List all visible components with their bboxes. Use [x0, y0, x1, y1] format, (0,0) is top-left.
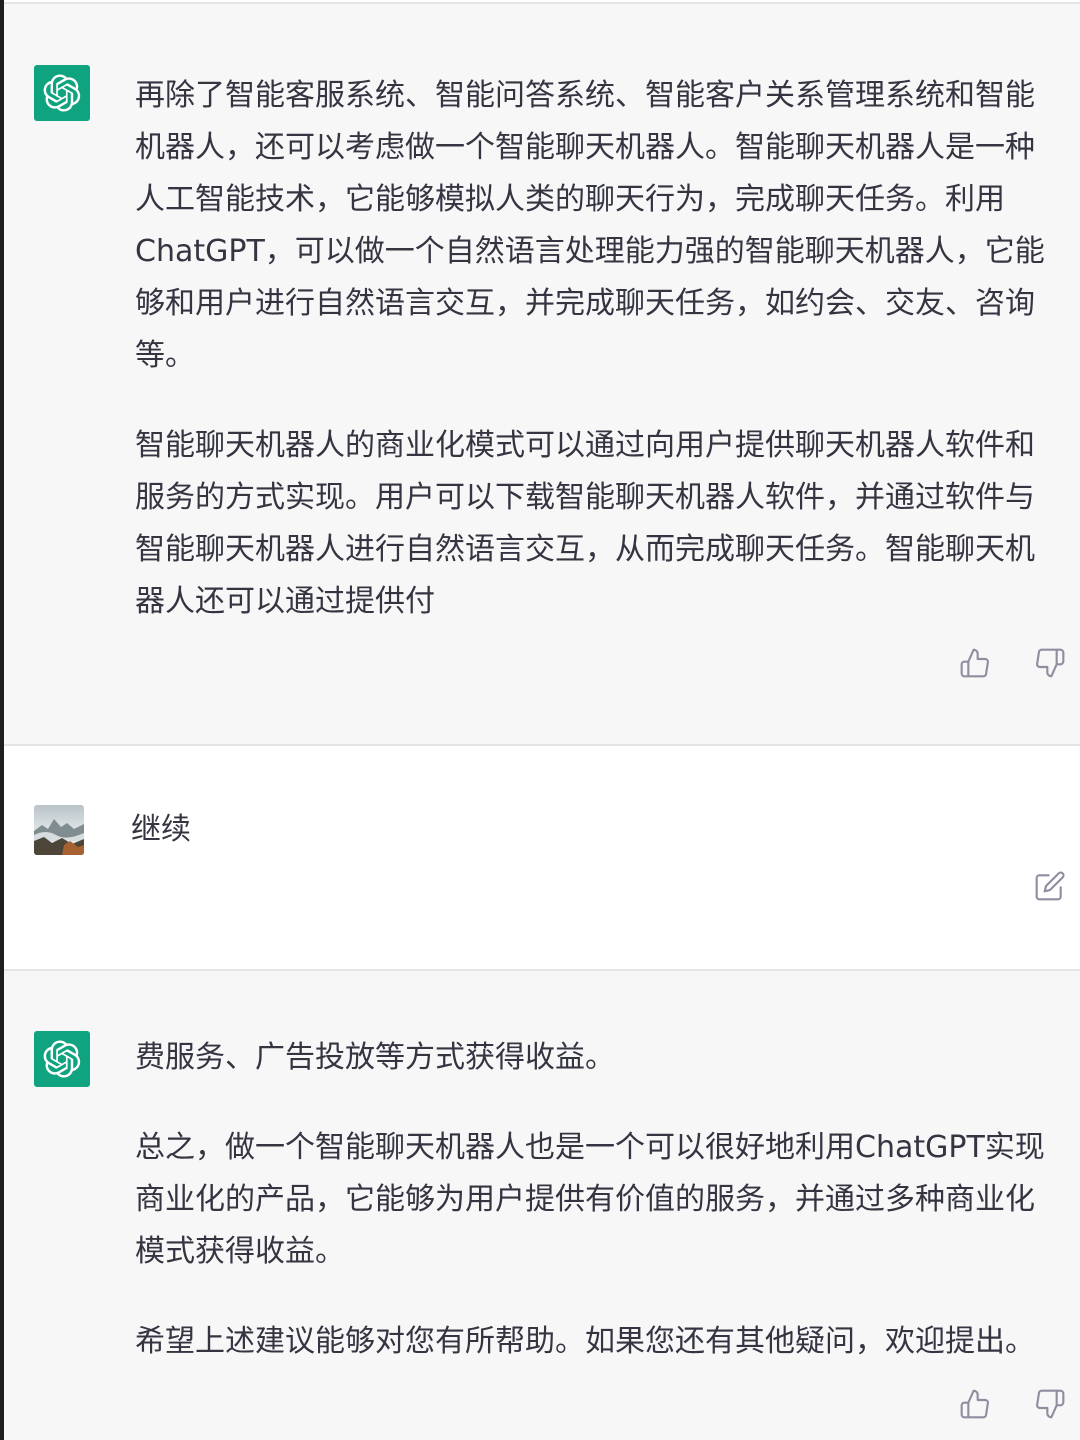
assistant-message-2: 费服务、广告投放等方式获得收益。 总之，做一个智能聊天机器人也是一个可以很好地利…: [4, 971, 1080, 1440]
window-left-edge: [0, 0, 4, 1440]
message-paragraph: 费服务、广告投放等方式获得收益。: [135, 1040, 615, 1075]
assistant-message-2-text: 费服务、广告投放等方式获得收益。 总之，做一个智能聊天机器人也是一个可以很好地利…: [135, 1032, 1051, 1368]
user-message-text: 继续: [131, 812, 191, 847]
user-avatar: [34, 805, 84, 855]
message-paragraph: 再除了智能客服系统、智能问答系统、智能客户关系管理系统和智能机器人，还可以考虑做…: [135, 78, 1045, 373]
message-paragraph: 希望上述建议能够对您有所帮助。如果您还有其他疑问，欢迎提出。: [135, 1324, 1035, 1359]
thumbs-down-icon[interactable]: [1032, 1386, 1068, 1422]
assistant-message-1-text: 再除了智能客服系统、智能问答系统、智能客户关系管理系统和智能机器人，还可以考虑做…: [135, 70, 1051, 628]
message-paragraph: 总之，做一个智能聊天机器人也是一个可以很好地利用ChatGPT实现商业化的产品，…: [135, 1130, 1045, 1269]
thumbs-down-icon[interactable]: [1032, 645, 1068, 681]
message-paragraph: 智能聊天机器人的商业化模式可以通过向用户提供聊天机器人软件和服务的方式实现。用户…: [135, 428, 1035, 619]
thumbs-up-icon[interactable]: [957, 645, 993, 681]
openai-logo-icon: [34, 1031, 90, 1087]
assistant-message-1: 再除了智能客服系统、智能问答系统、智能客户关系管理系统和智能机器人，还可以考虑做…: [4, 4, 1080, 744]
edit-icon[interactable]: [1032, 868, 1068, 904]
openai-logo-icon: [34, 65, 90, 121]
thumbs-up-icon[interactable]: [957, 1386, 993, 1422]
user-message: 继续: [4, 746, 1080, 969]
